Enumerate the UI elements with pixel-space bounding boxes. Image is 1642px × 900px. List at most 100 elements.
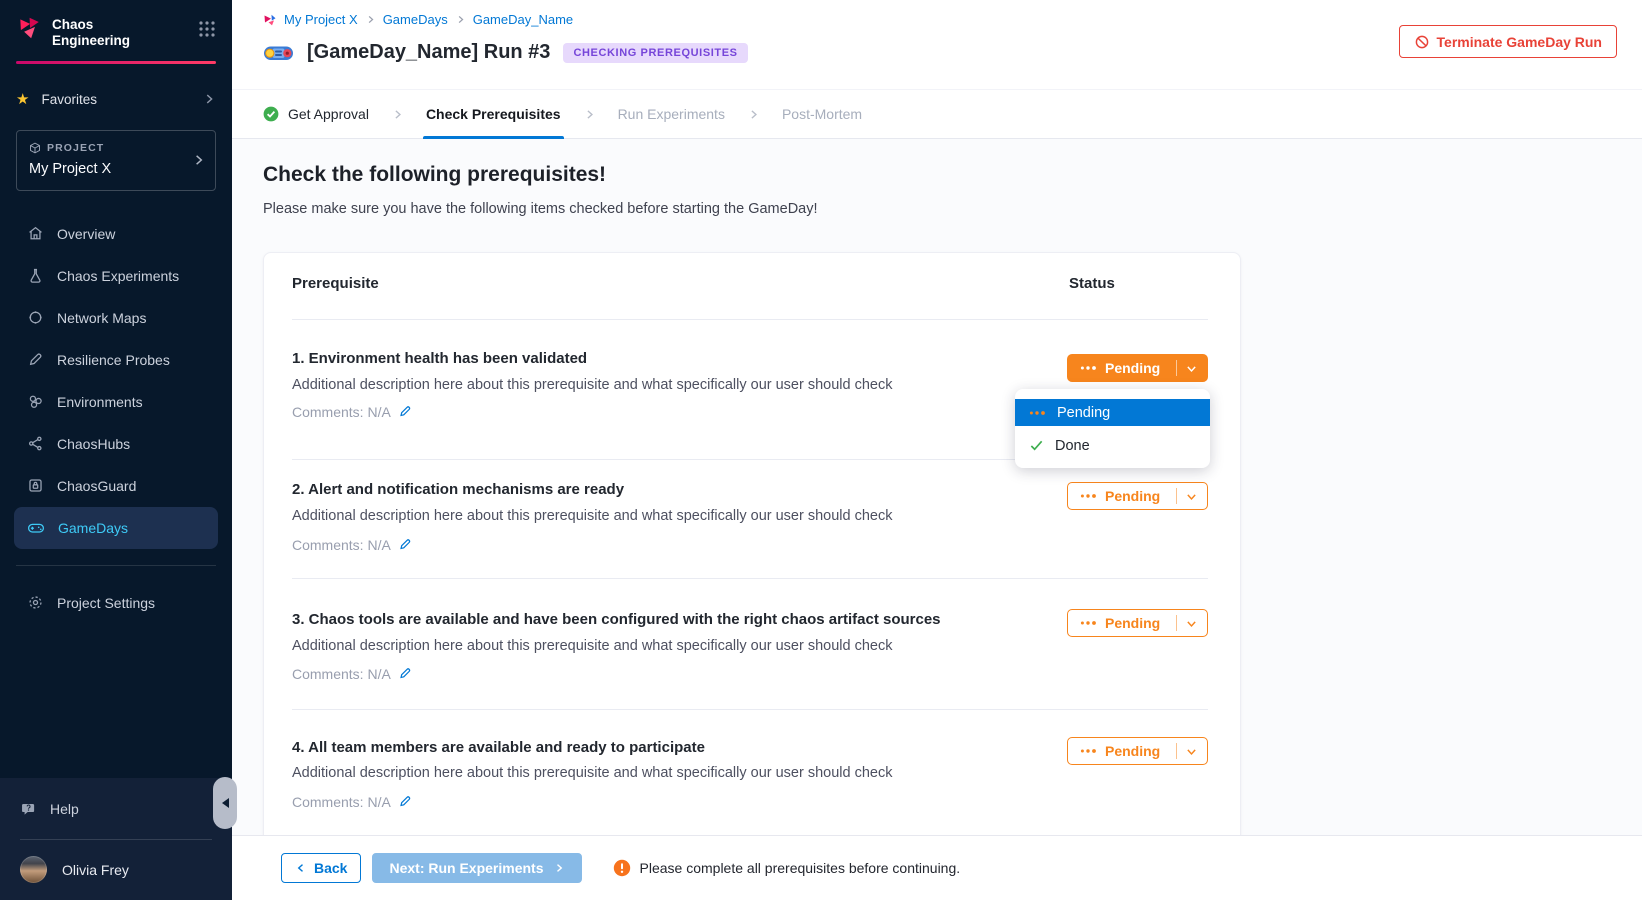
chevron-left-icon bbox=[222, 798, 229, 808]
button-divider bbox=[1176, 360, 1177, 376]
terminate-gameday-button[interactable]: Terminate GameDay Run bbox=[1399, 25, 1617, 58]
chevron-left-icon bbox=[295, 862, 307, 874]
hub-icon bbox=[27, 435, 44, 452]
sidebar-item-label: Help bbox=[50, 801, 79, 817]
warning-icon bbox=[613, 859, 631, 877]
sidebar-item-label: GameDays bbox=[58, 520, 128, 536]
probe-icon bbox=[27, 351, 44, 368]
sidebar-item-chaoshubs[interactable]: ChaosHubs bbox=[14, 423, 218, 465]
user-avatar bbox=[20, 856, 47, 883]
cube-icon bbox=[29, 142, 41, 154]
prerequisite-description: Additional description here about this p… bbox=[292, 765, 892, 781]
menu-item-done[interactable]: Done bbox=[1015, 432, 1210, 459]
chevron-down-icon bbox=[1185, 362, 1198, 375]
chevron-right-icon bbox=[553, 862, 565, 874]
prerequisite-title: 3. Chaos tools are available and have be… bbox=[292, 611, 941, 628]
status-dropdown-button[interactable]: Pending bbox=[1067, 737, 1208, 765]
gamepad-emoji-icon bbox=[263, 42, 294, 64]
table-divider bbox=[292, 319, 1208, 320]
chaos-logo-icon bbox=[16, 15, 42, 41]
user-divider bbox=[20, 839, 212, 840]
status-dropdown-button[interactable]: Pending bbox=[1067, 482, 1208, 510]
title-row: [GameDay_Name] Run #3 CHECKING PREREQUIS… bbox=[263, 41, 748, 64]
brand-accent-rule bbox=[16, 61, 216, 64]
network-icon bbox=[27, 309, 44, 326]
status-dropdown-button[interactable]: Pending bbox=[1067, 354, 1208, 382]
button-divider bbox=[1176, 488, 1177, 504]
sidebar-collapse-handle[interactable] bbox=[213, 777, 237, 829]
button-divider bbox=[1176, 743, 1177, 759]
prerequisite-description: Additional description here about this p… bbox=[292, 638, 892, 654]
project-label: PROJECT bbox=[47, 142, 104, 154]
breadcrumb-link-project[interactable]: My Project X bbox=[284, 12, 358, 27]
prerequisite-title: 4. All team members are available and re… bbox=[292, 739, 705, 756]
prerequisite-comments: Comments: N/A bbox=[292, 537, 412, 553]
status-badge: CHECKING PREREQUISITES bbox=[563, 43, 747, 63]
sidebar-item-label: ChaosGuard bbox=[57, 478, 136, 494]
status-dropdown-button[interactable]: Pending bbox=[1067, 609, 1208, 637]
sidebar-item-help[interactable]: Help bbox=[8, 788, 224, 830]
sidebar-item-gamedays[interactable]: GameDays bbox=[14, 507, 218, 549]
flask-icon bbox=[27, 267, 44, 284]
sidebar-item-network-maps[interactable]: Network Maps bbox=[14, 297, 218, 339]
chevron-right-icon bbox=[725, 90, 782, 138]
prerequisite-description: Additional description here about this p… bbox=[292, 508, 892, 524]
sidebar-item-resilience-probes[interactable]: Resilience Probes bbox=[14, 339, 218, 381]
prerequisite-title: 2. Alert and notification mechanisms are… bbox=[292, 481, 624, 498]
content-subheading: Please make sure you have the following … bbox=[263, 201, 818, 217]
prerequisite-description: Additional description here about this p… bbox=[292, 377, 892, 393]
sidebar-item-label: Overview bbox=[57, 226, 115, 242]
tab-post-mortem[interactable]: Post-Mortem bbox=[782, 90, 862, 138]
content-area: Check the following prerequisites! Pleas… bbox=[232, 139, 1642, 835]
gamepad-icon bbox=[27, 519, 45, 537]
user-menu[interactable]: Olivia Frey bbox=[0, 849, 232, 900]
table-divider bbox=[292, 578, 1208, 579]
sidebar-item-label: Environments bbox=[57, 394, 143, 410]
edit-pencil-icon[interactable] bbox=[398, 795, 412, 809]
sidebar-item-label: Chaos Experiments bbox=[57, 268, 179, 284]
menu-item-pending[interactable]: Pending bbox=[1015, 399, 1210, 426]
chevron-down-icon bbox=[1185, 617, 1198, 630]
favorites-row[interactable]: ★ Favorites bbox=[0, 92, 232, 107]
favorites-label: Favorites bbox=[41, 92, 97, 107]
chevron-right-icon bbox=[365, 14, 376, 25]
button-divider bbox=[1176, 615, 1177, 631]
sidebar-item-chaos-experiments[interactable]: Chaos Experiments bbox=[14, 255, 218, 297]
brand-name: Chaos Engineering bbox=[52, 15, 130, 49]
project-selector[interactable]: PROJECT My Project X bbox=[16, 130, 216, 191]
tab-check-prerequisites[interactable]: Check Prerequisites bbox=[426, 90, 561, 138]
back-button[interactable]: Back bbox=[281, 853, 361, 883]
star-icon: ★ bbox=[16, 92, 29, 107]
user-name: Olivia Frey bbox=[62, 862, 129, 878]
tab-run-experiments[interactable]: Run Experiments bbox=[618, 90, 725, 138]
sidebar-item-label: ChaosHubs bbox=[57, 436, 130, 452]
sidebar: Chaos Engineering ★ Favorites PROJECT bbox=[0, 0, 232, 900]
chevron-down-icon bbox=[1185, 745, 1198, 758]
next-run-experiments-button[interactable]: Next: Run Experiments bbox=[372, 853, 581, 883]
pending-dots-icon bbox=[1080, 365, 1097, 371]
tab-get-approval[interactable]: Get Approval bbox=[263, 90, 369, 138]
edit-pencil-icon[interactable] bbox=[398, 667, 412, 681]
breadcrumb-logo-icon bbox=[263, 13, 277, 27]
ban-icon bbox=[1414, 34, 1430, 50]
prerequisite-title: 1. Environment health has been validated bbox=[292, 350, 587, 367]
project-name: My Project X bbox=[29, 161, 203, 177]
sidebar-item-project-settings[interactable]: Project Settings bbox=[14, 582, 218, 624]
edit-pencil-icon[interactable] bbox=[398, 405, 412, 419]
prerequisite-comments: Comments: N/A bbox=[292, 666, 412, 682]
environments-icon bbox=[27, 393, 44, 410]
prerequisite-comments: Comments: N/A bbox=[292, 404, 412, 420]
sidebar-bottom: Help Olivia Frey bbox=[0, 778, 232, 900]
sidebar-item-chaosguard[interactable]: ChaosGuard bbox=[14, 465, 218, 507]
breadcrumb-link-gamedays[interactable]: GameDays bbox=[383, 12, 448, 27]
module-grid-icon[interactable] bbox=[198, 20, 216, 38]
sidebar-item-environments[interactable]: Environments bbox=[14, 381, 218, 423]
pending-dots-icon bbox=[1080, 620, 1097, 626]
breadcrumb-link-gameday-name[interactable]: GameDay_Name bbox=[473, 12, 573, 27]
sidebar-item-overview[interactable]: Overview bbox=[14, 213, 218, 255]
breadcrumb: My Project X GameDays GameDay_Name bbox=[263, 12, 573, 27]
footer-warning: Please complete all prerequisites before… bbox=[613, 859, 961, 877]
prerequisites-card: Prerequisite Status 1. Environment healt… bbox=[263, 252, 1241, 862]
edit-pencil-icon[interactable] bbox=[398, 538, 412, 552]
content-heading: Check the following prerequisites! bbox=[263, 163, 606, 187]
